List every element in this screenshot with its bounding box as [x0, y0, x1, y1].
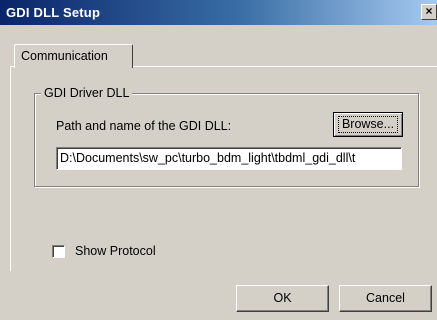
- cancel-button[interactable]: Cancel: [339, 285, 432, 312]
- title-bar[interactable]: GDI DLL Setup ×: [0, 0, 437, 25]
- group-legend: GDI Driver DLL: [41, 86, 133, 100]
- show-protocol-label[interactable]: Show Protocol: [75, 244, 156, 258]
- dll-path-input[interactable]: D:\Documents\sw_pc\turbo_bdm_light\tbdml…: [56, 147, 402, 170]
- ok-button[interactable]: OK: [236, 285, 329, 312]
- tab-communication[interactable]: Communication: [14, 44, 133, 68]
- path-label: Path and name of the GDI DLL:: [56, 119, 232, 133]
- browse-button-label: Browse...: [341, 117, 395, 131]
- gdi-driver-dll-group: [34, 93, 419, 187]
- gdi-dll-setup-dialog: GDI DLL Setup × Communication GDI Driver…: [0, 0, 437, 320]
- show-protocol-checkbox[interactable]: [52, 245, 65, 258]
- tab-communication-label: Communication: [21, 49, 108, 63]
- browse-button[interactable]: Browse...: [333, 112, 403, 137]
- close-icon[interactable]: ×: [421, 4, 437, 20]
- window-title: GDI DLL Setup: [6, 5, 101, 20]
